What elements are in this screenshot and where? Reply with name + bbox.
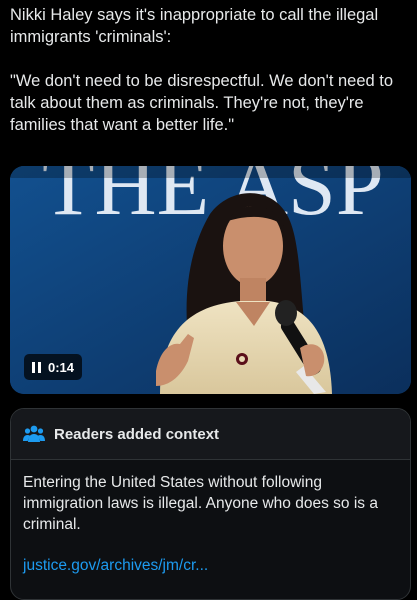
post-text: Nikki Haley says it's inappropriate to c… — [10, 4, 414, 136]
context-header[interactable]: Readers added context — [11, 409, 410, 460]
video-duration: 0:14 — [48, 359, 75, 375]
pause-icon[interactable] — [30, 361, 42, 373]
post-quote: "We don't need to be disrespectful. We d… — [10, 72, 394, 134]
context-source-link[interactable]: justice.gov/archives/jm/cr... — [23, 557, 398, 575]
people-icon — [23, 425, 45, 442]
context-body: Entering the United States without follo… — [11, 460, 410, 575]
post-intro: Nikki Haley says it's inappropriate to c… — [10, 6, 379, 46]
video-timestamp[interactable]: 0:14 — [24, 354, 83, 380]
readers-context-card: Readers added context Entering the Unite… — [10, 408, 411, 600]
context-text: Entering the United States without follo… — [23, 474, 378, 533]
context-title: Readers added context — [54, 425, 220, 443]
